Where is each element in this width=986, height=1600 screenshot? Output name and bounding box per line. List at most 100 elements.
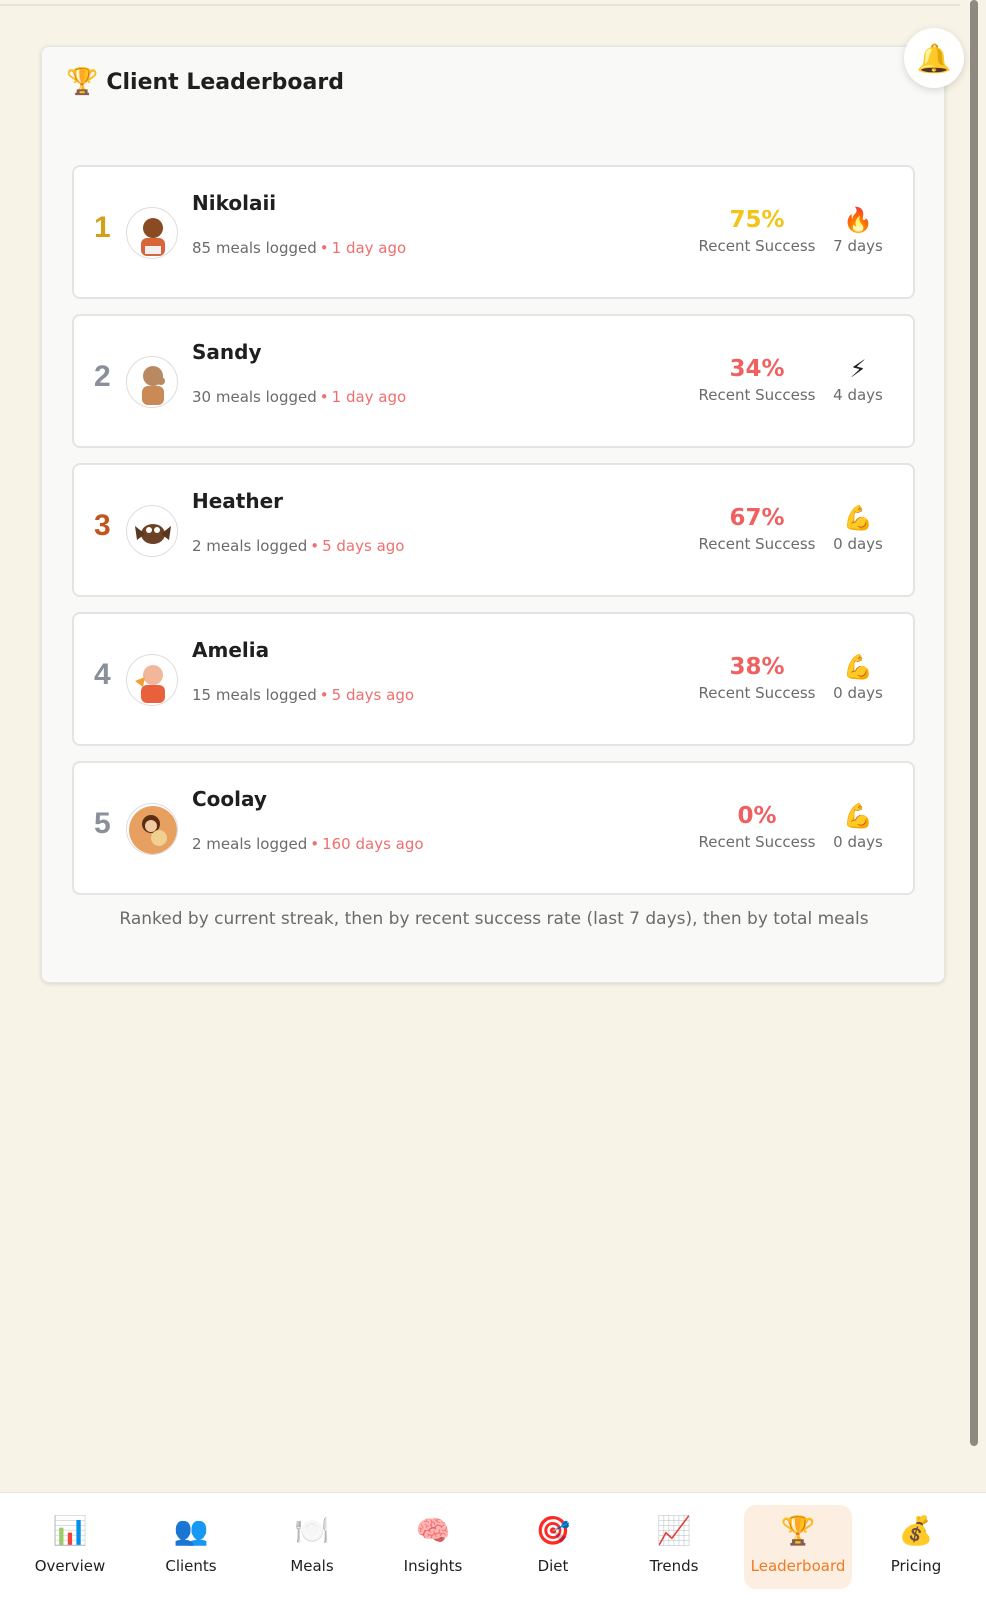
notifications-button[interactable]: 🔔	[904, 28, 964, 88]
flexed-biceps-icon: 💪	[843, 504, 873, 532]
success-percent: 75%	[729, 207, 785, 233]
recent-success: 67% Recent Success	[694, 505, 820, 553]
rank-number: 2	[94, 360, 111, 393]
streak: 💪 0 days	[826, 503, 890, 553]
rank-number: 3	[94, 509, 111, 542]
leaderboard-list: 1 Nikolaii 85 meals logged • 1 day ago 75%…	[72, 165, 915, 910]
success-percent: 67%	[729, 505, 785, 531]
recent-success: 75% Recent Success	[694, 207, 820, 255]
success-label: Recent Success	[698, 386, 816, 404]
bottom-nav: 📊 Overview 👥 Clients 🍽️ Meals 🧠 Insights…	[0, 1492, 986, 1600]
streak-days: 0 days	[833, 684, 883, 702]
trophy-icon: 🏆	[780, 1514, 816, 1547]
success-label: Recent Success	[698, 833, 816, 851]
client-name: Amelia	[192, 638, 270, 662]
meals-logged: 85 meals logged	[192, 239, 317, 257]
recent-success: 0% Recent Success	[694, 803, 820, 851]
clients-icon: 👥	[173, 1514, 209, 1547]
nav-label: Leaderboard	[750, 1557, 846, 1575]
avatar	[126, 654, 178, 706]
trend-chart-icon: 📈	[656, 1514, 692, 1547]
client-name: Heather	[192, 489, 284, 513]
plate-icon: 🍽️	[294, 1514, 330, 1547]
nav-overview[interactable]: 📊 Overview	[20, 1505, 120, 1589]
meals-logged: 15 meals logged	[192, 686, 317, 704]
client-meta: 30 meals logged • 1 day ago	[192, 388, 407, 406]
streak-days: 0 days	[833, 535, 883, 553]
last-logged: 5 days ago	[331, 686, 415, 704]
client-name: Sandy	[192, 340, 262, 364]
target-icon: 🎯	[535, 1514, 571, 1547]
streak: 💪 0 days	[826, 652, 890, 702]
money-bag-icon: 💰	[898, 1514, 934, 1547]
nav-label: Meals	[290, 1557, 334, 1575]
client-meta: 15 meals logged • 5 days ago	[192, 686, 415, 704]
nav-label: Insights	[403, 1557, 463, 1575]
rank-number: 5	[94, 807, 111, 840]
avatar	[126, 356, 178, 408]
bar-chart-icon: 📊	[52, 1514, 88, 1547]
nav-label: Pricing	[890, 1557, 942, 1575]
streak-days: 0 days	[833, 833, 883, 851]
client-meta: 2 meals logged • 160 days ago	[192, 835, 424, 853]
lightning-icon: ⚡	[849, 355, 867, 383]
success-label: Recent Success	[698, 535, 816, 553]
success-percent: 34%	[729, 356, 785, 382]
ranking-footnote: Ranked by current streak, then by recent…	[119, 909, 869, 929]
recent-success: 38% Recent Success	[694, 654, 820, 702]
nav-leaderboard[interactable]: 🏆 Leaderboard	[744, 1505, 852, 1589]
bell-icon: 🔔	[916, 41, 952, 75]
nav-pricing[interactable]: 💰 Pricing	[866, 1505, 966, 1589]
client-name: Nikolaii	[192, 191, 277, 215]
flexed-biceps-icon: 💪	[843, 653, 873, 681]
last-logged: 1 day ago	[331, 388, 407, 406]
nav-clients[interactable]: 👥 Clients	[141, 1505, 241, 1589]
leaderboard-row[interactable]: 2 Sandy 30 meals logged • 1 day ago 34% Re…	[72, 314, 915, 448]
last-logged: 5 days ago	[322, 537, 405, 555]
scrollbar-thumb[interactable]	[970, 0, 978, 1446]
rank-number: 4	[94, 658, 111, 691]
recent-success: 34% Recent Success	[694, 356, 820, 404]
last-logged: 160 days ago	[322, 835, 424, 853]
nav-meals[interactable]: 🍽️ Meals	[262, 1505, 362, 1589]
rank-number: 1	[94, 211, 111, 244]
client-meta: 85 meals logged • 1 day ago	[192, 239, 407, 257]
leaderboard-row[interactable]: 5 Coolay 2 meals logged • 160 days ago 0% …	[72, 761, 915, 895]
client-name: Coolay	[192, 787, 267, 811]
avatar	[126, 207, 178, 259]
nav-insights[interactable]: 🧠 Insights	[383, 1505, 483, 1589]
trophy-icon: 🏆	[66, 67, 99, 97]
nav-label: Trends	[649, 1557, 699, 1575]
avatar	[126, 505, 178, 557]
success-percent: 0%	[737, 803, 777, 829]
streak: 🔥 7 days	[826, 205, 890, 255]
flexed-biceps-icon: 💪	[843, 802, 873, 830]
panel-header: 🏆 Client Leaderboard	[66, 67, 344, 97]
leaderboard-row[interactable]: 1 Nikolaii 85 meals logged • 1 day ago 75%…	[72, 165, 915, 299]
nav-trends[interactable]: 📈 Trends	[624, 1505, 724, 1589]
page-title: Client Leaderboard	[106, 69, 344, 95]
nav-label: Clients	[165, 1557, 217, 1575]
meals-logged: 2 meals logged	[192, 835, 308, 853]
meals-logged: 2 meals logged	[192, 537, 308, 555]
success-label: Recent Success	[698, 684, 816, 702]
meals-logged: 30 meals logged	[192, 388, 317, 406]
leaderboard-panel: 🏆 Client Leaderboard 1 Nikolaii 85 meals…	[41, 46, 945, 983]
nav-diet[interactable]: 🎯 Diet	[503, 1505, 603, 1589]
success-label: Recent Success	[698, 237, 816, 255]
avatar	[126, 803, 178, 855]
streak-days: 7 days	[833, 237, 883, 255]
brain-icon: 🧠	[415, 1514, 451, 1547]
nav-label: Diet	[537, 1557, 569, 1575]
streak: 💪 0 days	[826, 801, 890, 851]
client-meta: 2 meals logged • 5 days ago	[192, 537, 405, 555]
streak-days: 4 days	[833, 386, 883, 404]
last-logged: 1 day ago	[331, 239, 407, 257]
leaderboard-row[interactable]: 3 Heather 2 meals logged • 5 days ago 67% …	[72, 463, 915, 597]
streak: ⚡ 4 days	[826, 354, 890, 404]
nav-label: Overview	[34, 1557, 106, 1575]
top-divider	[0, 4, 960, 6]
success-percent: 38%	[729, 654, 785, 680]
leaderboard-row[interactable]: 4 Amelia 15 meals logged • 5 days ago 38% …	[72, 612, 915, 746]
fire-icon: 🔥	[843, 206, 873, 234]
